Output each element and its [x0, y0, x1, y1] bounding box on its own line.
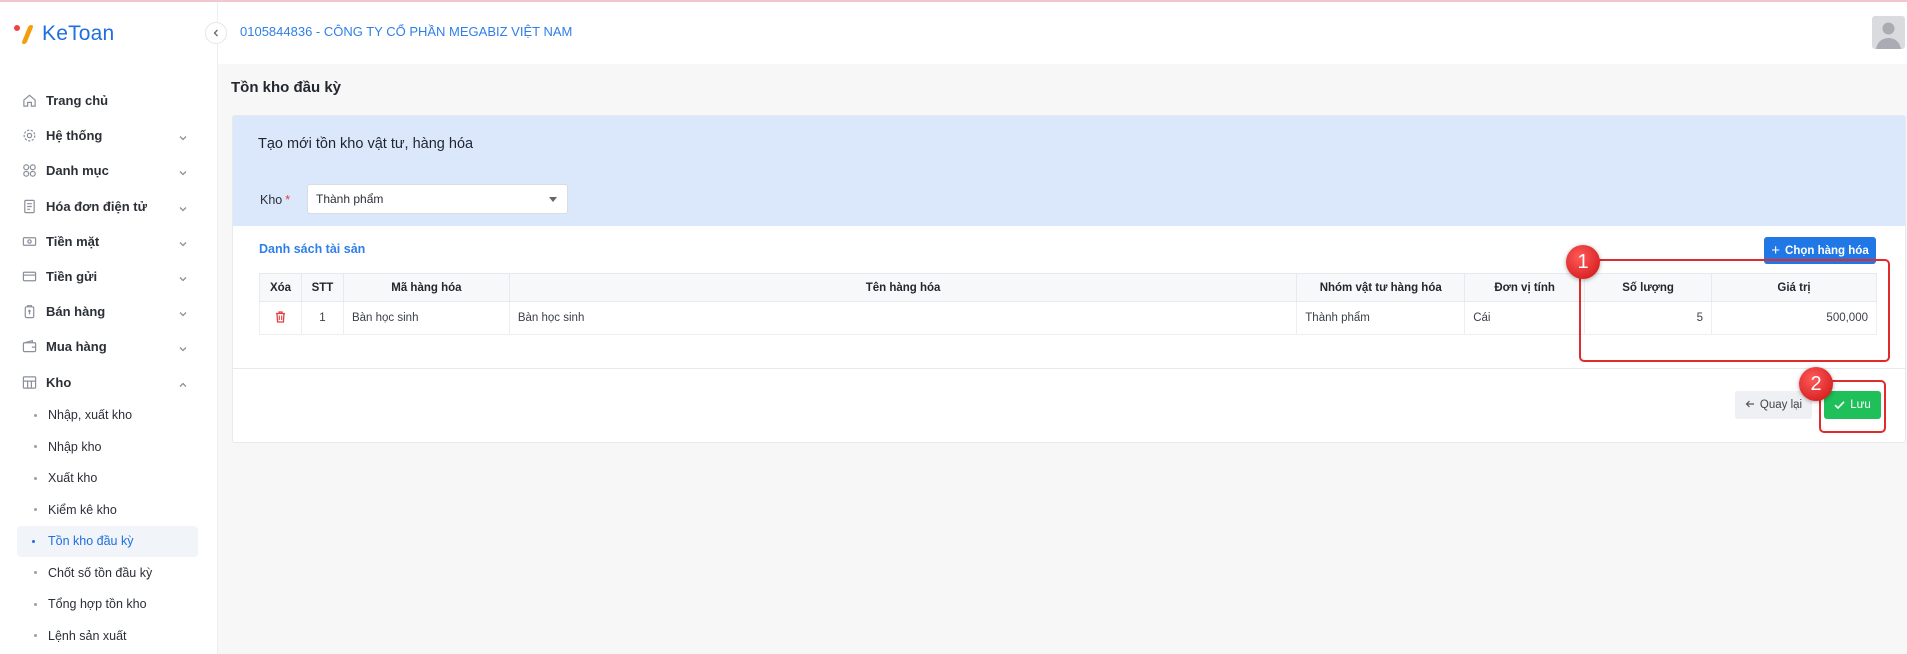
- grid-icon: [22, 163, 37, 178]
- sales-icon: [22, 304, 37, 319]
- chevron-down-icon: [178, 306, 188, 324]
- chevron-down-icon: [178, 130, 188, 148]
- bullet-icon: [34, 508, 37, 512]
- sidebar-subitem-tong-hop-ton-kho[interactable]: Tổng hợp tồn kho: [0, 589, 218, 621]
- col-header-unit: Đơn vị tính: [1464, 273, 1586, 302]
- chevron-up-icon: [178, 377, 188, 395]
- sidebar-subitem-kiem-ke-kho[interactable]: Kiểm kê kho: [0, 494, 218, 526]
- asset-list-title: Danh sách tài sản: [259, 242, 366, 256]
- row-stt: 1: [300, 301, 344, 335]
- arrow-left-icon: [1745, 399, 1755, 412]
- trash-icon: [275, 310, 285, 323]
- bullet-icon: [34, 476, 37, 480]
- page-title: Tồn kho đầu kỳ: [231, 79, 342, 96]
- bank-card-icon: [22, 269, 37, 284]
- col-header-code: Mã hàng hóa: [342, 273, 510, 302]
- annotation-badge-2: 2: [1799, 367, 1833, 401]
- sidebar-item-tien-gui[interactable]: Tiền gửi: [0, 259, 218, 294]
- annotation-badge-1: 1: [1566, 245, 1600, 279]
- warehouse-label: Kho *: [260, 193, 291, 207]
- sidebar-item-mua-hang[interactable]: Mua hàng: [0, 329, 218, 364]
- bullet-icon: [34, 445, 37, 449]
- sidebar-subitem-xuat-kho[interactable]: Xuất kho: [0, 463, 218, 495]
- chevron-down-icon: [178, 236, 188, 254]
- logo[interactable]: KeToan: [14, 20, 114, 48]
- sidebar-item-trang-chu[interactable]: Trang chủ: [0, 83, 218, 118]
- wallet-icon: [22, 339, 37, 354]
- row-name: Bàn học sinh: [508, 301, 1298, 335]
- bullet-icon: [34, 634, 37, 638]
- col-header-stt: STT: [300, 273, 344, 302]
- plus-icon: +: [1771, 242, 1781, 259]
- caret-down-icon: [549, 197, 557, 202]
- gear-icon: [22, 128, 37, 143]
- chevron-down-icon: [178, 165, 188, 183]
- chevron-down-icon: [178, 271, 188, 289]
- sidebar-subitem-nhap-kho[interactable]: Nhập kho: [0, 431, 218, 463]
- delete-row-button[interactable]: [259, 301, 302, 335]
- company-name: 0105844836 - CÔNG TY CỔ PHẦN MEGABIZ VIỆ…: [240, 24, 573, 39]
- sidebar-subitem-ton-kho-dau-ky[interactable]: Tồn kho đầu kỳ: [17, 525, 198, 558]
- bullet-icon: [34, 571, 37, 575]
- logo-mark: [14, 23, 40, 45]
- avatar[interactable]: [1872, 16, 1905, 49]
- sidebar-item-he-thong[interactable]: Hệ thống: [0, 118, 218, 153]
- warehouse-select[interactable]: Thành phẩm: [307, 184, 568, 214]
- form-title: Tạo mới tồn kho vật tư, hàng hóa: [258, 136, 474, 152]
- sidebar-item-tien-mat[interactable]: Tiền mặt: [0, 224, 218, 259]
- header: 0105844836 - CÔNG TY CỔ PHẦN MEGABIZ VIỆ…: [218, 2, 1907, 64]
- sidebar-item-hoa-don-dien-tu[interactable]: Hóa đơn điện tử: [0, 189, 218, 224]
- annotation-box-quantity-value: [1579, 259, 1890, 362]
- bullet-icon: [34, 413, 37, 417]
- cash-icon: [22, 234, 37, 249]
- invoice-icon: [22, 199, 37, 214]
- sidebar-item-danh-muc[interactable]: Danh mục: [0, 153, 218, 188]
- row-group: Thành phẩm: [1296, 301, 1466, 335]
- divider: [233, 368, 1905, 369]
- sidebar-item-ban-hang[interactable]: Bán hàng: [0, 294, 218, 329]
- bullet-icon: [34, 602, 37, 606]
- col-header-delete: Xóa: [259, 273, 302, 302]
- warehouse-icon: [22, 375, 37, 390]
- back-button[interactable]: Quay lại: [1735, 391, 1812, 419]
- col-header-group: Nhóm vật tư hàng hóa: [1296, 273, 1466, 302]
- sidebar: KeToan Trang chủ Hệ thống Danh mục Hóa đ…: [0, 2, 218, 654]
- home-icon: [22, 93, 37, 108]
- bullet-icon: [32, 539, 35, 543]
- chevron-left-icon: [213, 29, 218, 37]
- sidebar-nav: Trang chủ Hệ thống Danh mục Hóa đơn điện…: [0, 83, 218, 652]
- row-code: Bàn học sinh: [342, 301, 510, 335]
- sidebar-subitem-chot-so-ton-dau-ky[interactable]: Chốt số tồn đầu kỳ: [0, 557, 218, 589]
- sidebar-subitem-nhap-xuat-kho[interactable]: Nhập, xuất kho: [0, 400, 218, 432]
- row-unit: Cái: [1464, 301, 1586, 335]
- sidebar-collapse-button[interactable]: [205, 22, 227, 44]
- sidebar-subitem-lenh-san-xuat[interactable]: Lệnh sản xuất: [0, 620, 218, 652]
- chevron-down-icon: [178, 201, 188, 219]
- sidebar-item-kho[interactable]: Kho: [0, 365, 218, 400]
- chevron-down-icon: [178, 341, 188, 359]
- col-header-name: Tên hàng hóa: [508, 273, 1298, 302]
- form-header: Tạo mới tồn kho vật tư, hàng hóa Kho * Th…: [233, 116, 1905, 226]
- logo-text: KeToan: [42, 22, 115, 45]
